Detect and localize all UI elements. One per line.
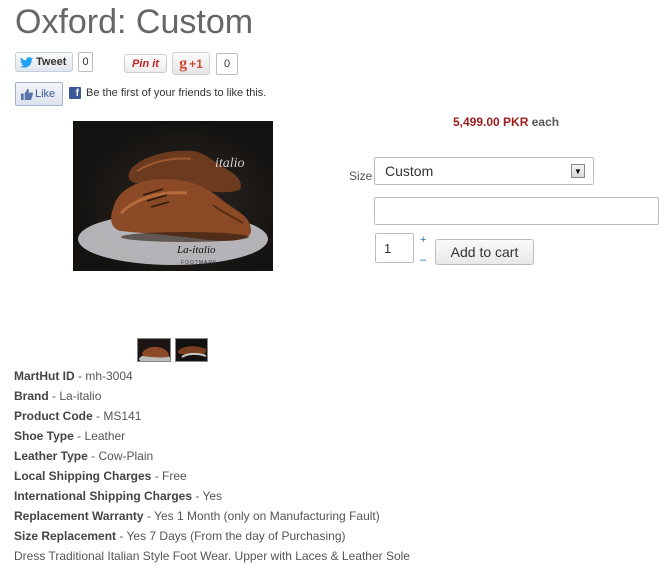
spec-row: Size Replacement - Yes 7 Days (From the … — [14, 529, 346, 543]
size-select[interactable]: Custom ▼ — [374, 157, 594, 185]
like-label: Like — [35, 88, 56, 100]
spec-key: MartHut ID — [14, 369, 75, 383]
google-plus-label: +1 — [189, 56, 203, 71]
spec-value: La-italio — [59, 389, 102, 403]
page-title: Oxford: Custom — [15, 3, 254, 41]
product-description: Dress Traditional Italian Style Foot Wea… — [14, 549, 410, 563]
size-label: Size — [349, 169, 373, 183]
spec-key: International Shipping Charges — [14, 489, 193, 503]
spec-row: Replacement Warranty - Yes 1 Month (only… — [14, 509, 380, 523]
chevron-down-icon[interactable]: ▼ — [571, 164, 585, 178]
product-thumbnail-1[interactable] — [137, 338, 171, 362]
product-main-image[interactable]: italio La-italio FOOTMARK — [73, 121, 273, 271]
product-price: 5,499.00 PKR each — [453, 115, 559, 129]
tweet-button[interactable]: Tweet — [15, 52, 73, 72]
spec-value: Leather — [84, 429, 126, 443]
spec-row: MartHut ID - mh-3004 — [14, 369, 133, 383]
spec-value: MS141 — [103, 409, 142, 423]
spec-row: Brand - La-italio — [14, 389, 102, 403]
google-plus-icon: g — [179, 54, 188, 72]
tweet-count: 0 — [78, 52, 93, 72]
tweet-label: Tweet — [36, 56, 67, 68]
thumbs-up-icon — [20, 88, 33, 100]
quantity-increase-button[interactable]: + — [420, 234, 426, 246]
spec-key: Leather Type — [14, 449, 88, 463]
spec-value: Yes 7 Days (From the day of Purchasing) — [126, 529, 346, 543]
price-amount: 5,499.00 PKR — [453, 115, 529, 129]
spec-row: International Shipping Charges - Yes — [14, 489, 223, 503]
spec-value: Free — [162, 469, 187, 483]
spec-value: mh-3004 — [85, 369, 133, 383]
spec-key: Local Shipping Charges — [14, 469, 152, 483]
spec-key: Replacement Warranty — [14, 509, 144, 523]
price-suffix: each — [531, 115, 560, 129]
google-plus-button[interactable]: g +1 — [172, 52, 210, 75]
custom-size-input[interactable] — [374, 197, 659, 225]
facebook-like-text: Be the first of your friends to like thi… — [86, 87, 267, 99]
product-thumbnail-2[interactable] — [175, 338, 208, 362]
add-to-cart-button[interactable]: Add to cart — [435, 239, 534, 265]
spec-key: Brand — [14, 389, 49, 403]
twitter-bird-icon — [20, 56, 33, 68]
size-selected-value: Custom — [385, 163, 434, 179]
spec-key: Size Replacement — [14, 529, 117, 543]
image-top-text: italio — [215, 156, 245, 171]
image-brand-script: La-italio — [176, 244, 216, 256]
spec-value: Cow-Plain — [98, 449, 154, 463]
spec-value: Yes 1 Month (only on Manufacturing Fault… — [154, 509, 380, 523]
pinterest-button[interactable]: Pin it — [124, 54, 167, 73]
spec-row: Product Code - MS141 — [14, 409, 142, 423]
quantity-decrease-button[interactable]: – — [420, 254, 426, 266]
spec-key: Product Code — [14, 409, 93, 423]
facebook-like-button[interactable]: Like — [15, 82, 63, 106]
spec-row: Leather Type - Cow-Plain — [14, 449, 154, 463]
spec-row: Shoe Type - Leather — [14, 429, 126, 443]
spec-value: Yes — [202, 489, 223, 503]
google-plus-count: 0 — [216, 53, 238, 75]
image-brand-sub: FOOTMARK — [181, 260, 217, 266]
quantity-input[interactable]: 1 — [375, 233, 414, 263]
product-specs: MartHut ID - mh-3004 Brand - La-italio P… — [14, 368, 410, 568]
spec-key: Shoe Type — [14, 429, 74, 443]
spec-row: Local Shipping Charges - Free — [14, 469, 187, 483]
facebook-icon: f — [69, 87, 81, 99]
